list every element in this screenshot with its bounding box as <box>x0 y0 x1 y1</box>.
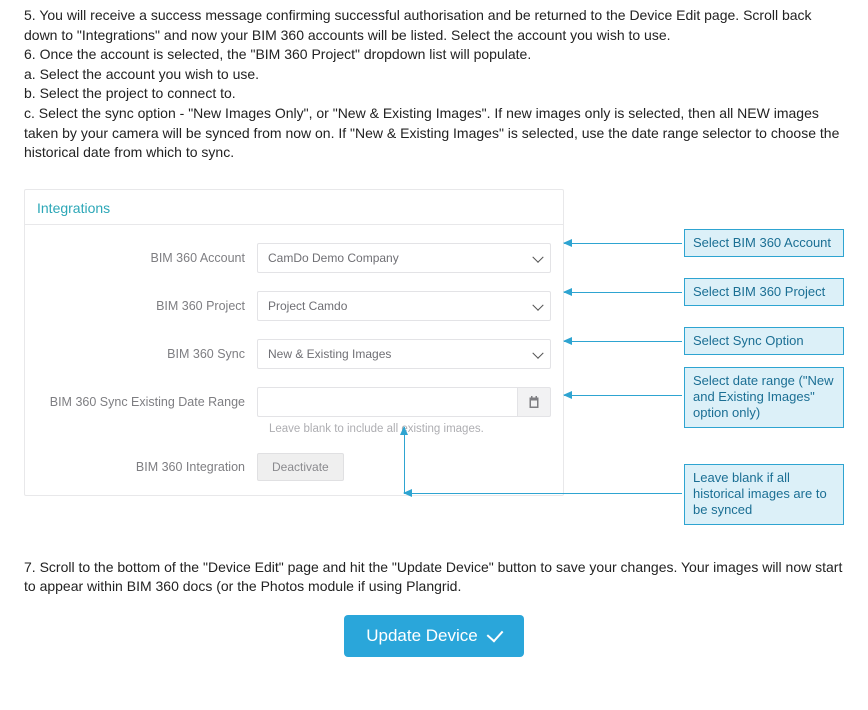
panel-title: Integrations <box>25 190 563 225</box>
update-device-label: Update Device <box>366 626 478 646</box>
update-device-button[interactable]: Update Device <box>344 615 524 657</box>
date-picker-button[interactable] <box>517 387 551 417</box>
project-select[interactable]: Project Camdo <box>257 291 551 321</box>
step-6c: c. Select the sync option - "New Images … <box>24 104 844 163</box>
date-range-row: BIM 360 Sync Existing Date Range <box>37 387 551 417</box>
sync-row: BIM 360 Sync New & Existing Images <box>37 339 551 369</box>
arrow-line <box>564 243 682 244</box>
instruction-block-2: 7. Scroll to the bottom of the "Device E… <box>24 552 844 597</box>
callout-project: Select BIM 360 Project <box>684 278 844 306</box>
date-range-input[interactable] <box>257 387 517 417</box>
sync-select[interactable]: New & Existing Images <box>257 339 551 369</box>
step-6: 6. Once the account is selected, the "BI… <box>24 45 844 65</box>
callout-date: Select date range ("New and Existing Ima… <box>684 367 844 428</box>
sync-label: BIM 360 Sync <box>37 347 257 361</box>
check-icon <box>486 625 503 642</box>
date-range-label: BIM 360 Sync Existing Date Range <box>37 395 257 409</box>
arrow-line <box>404 427 405 493</box>
step-5: 5. You will receive a success message co… <box>24 6 844 45</box>
calendar-icon <box>528 396 540 408</box>
project-label: BIM 360 Project <box>37 299 257 313</box>
deactivate-button[interactable]: Deactivate <box>257 453 344 481</box>
callout-sync: Select Sync Option <box>684 327 844 355</box>
integration-row: BIM 360 Integration Deactivate <box>37 453 551 481</box>
account-label: BIM 360 Account <box>37 251 257 265</box>
integration-label: BIM 360 Integration <box>37 460 257 474</box>
arrow-line <box>404 493 682 494</box>
integrations-panel: Integrations BIM 360 Account CamDo Demo … <box>24 189 564 496</box>
account-row: BIM 360 Account CamDo Demo Company <box>37 243 551 273</box>
arrow-line <box>564 341 682 342</box>
arrow-line <box>564 395 682 396</box>
project-row: BIM 360 Project Project Camdo <box>37 291 551 321</box>
step-6a: a. Select the account you wish to use. <box>24 65 844 85</box>
callout-blank: Leave blank if all historical images are… <box>684 464 844 525</box>
instruction-block: 5. You will receive a success message co… <box>24 0 844 163</box>
account-select[interactable]: CamDo Demo Company <box>257 243 551 273</box>
arrow-line <box>564 292 682 293</box>
date-helper-text: Leave blank to include all existing imag… <box>269 423 551 435</box>
callout-account: Select BIM 360 Account <box>684 229 844 257</box>
step-7: 7. Scroll to the bottom of the "Device E… <box>24 558 844 597</box>
step-6b: b. Select the project to connect to. <box>24 84 844 104</box>
